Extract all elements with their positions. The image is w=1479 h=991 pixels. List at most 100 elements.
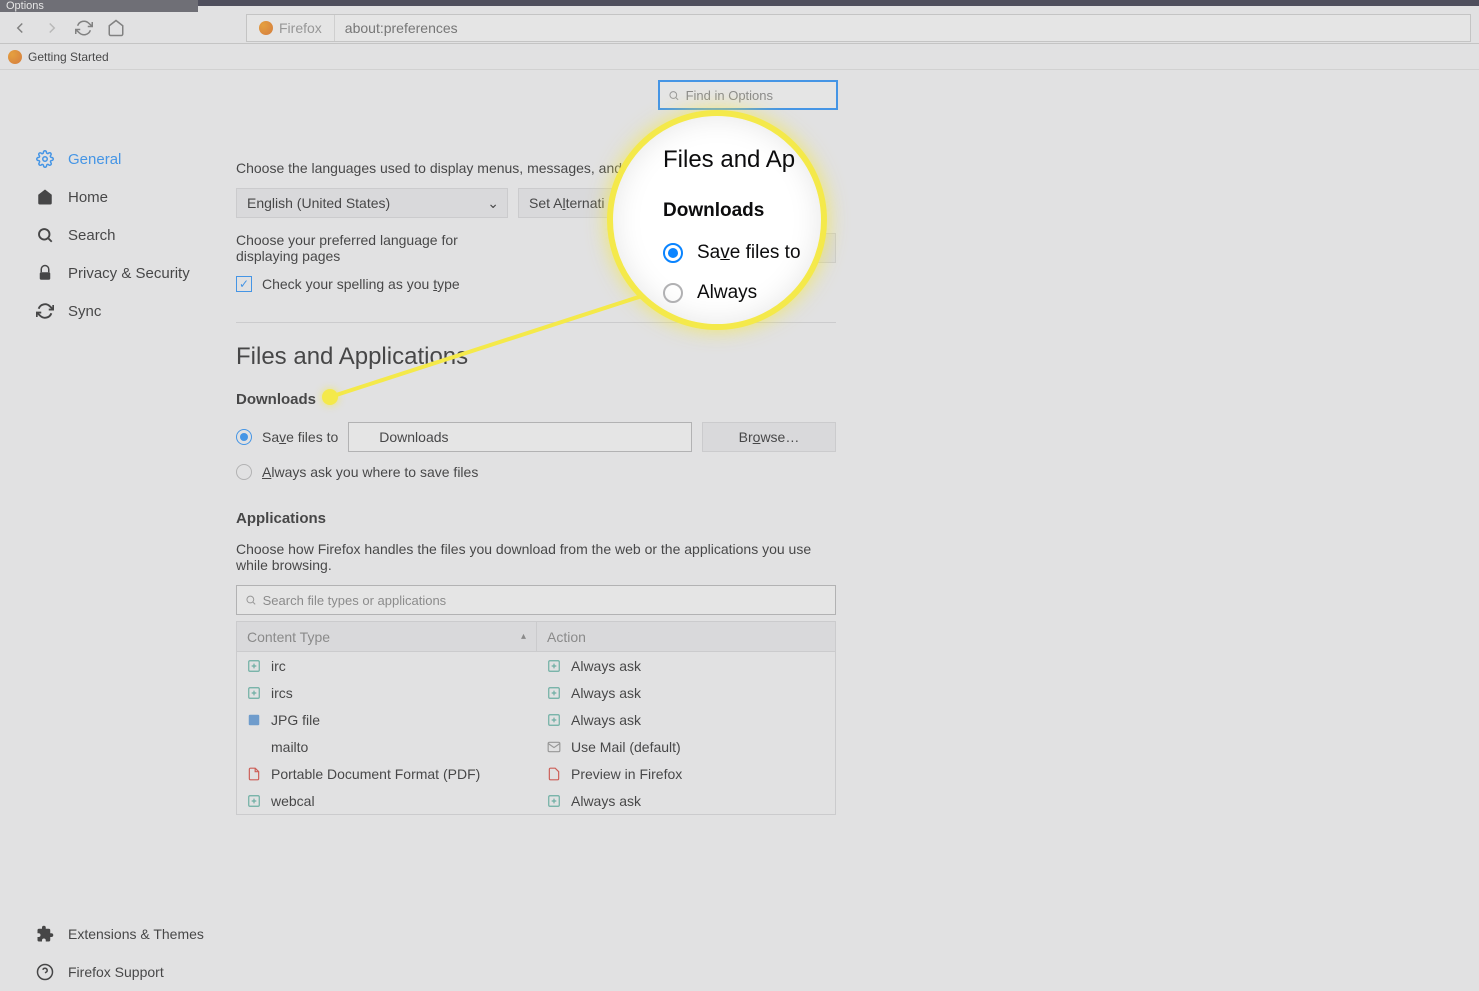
cell-action-label: Use Mail (default) [571,739,681,755]
file-type-icon [247,659,261,673]
callout-heading: Files and Ap [663,146,821,174]
url-identity-label: Firefox [279,20,322,36]
table-row[interactable]: Portable Document Format (PDF) Preview in… [237,760,835,787]
sidebar-item-extensions[interactable]: Extensions & Themes [0,915,236,953]
callout-anchor-dot [322,389,338,405]
radio-checked-icon [663,243,683,263]
puzzle-icon [36,925,54,943]
sidebar-label: Privacy & Security [68,265,190,282]
table-row[interactable]: JPG file Always ask [237,706,835,733]
bookmark-favicon-icon [8,50,22,64]
apps-table-header: Content Type ▴ Action [237,622,835,652]
sidebar-label: Sync [68,303,101,320]
cell-type-label: JPG file [271,712,320,728]
table-row[interactable]: ircs Always ask [237,679,835,706]
action-icon [547,794,561,808]
cell-action-label: Always ask [571,712,641,728]
sidebar-label: Firefox Support [68,964,164,980]
gear-icon [36,150,54,168]
file-type-icon [247,713,261,727]
chevron-down-icon: ⌄ [487,195,499,212]
main-panel: Choose the languages used to display men… [236,70,1479,991]
apps-search[interactable] [236,585,836,615]
download-path-text: Downloads [379,429,448,445]
files-apps-heading: Files and Applications [236,343,836,371]
language-select[interactable]: English (United States) ⌄ [236,188,508,218]
apps-desc: Choose how Firefox handles the files you… [236,541,836,573]
radio-unchecked-icon[interactable] [236,464,252,480]
always-ask-label: Always ask you where to save files [262,464,478,480]
sidebar-item-home[interactable]: Home [0,178,236,216]
browse-button[interactable]: Browse… [702,422,836,452]
lock-icon [36,264,54,282]
sidebar-item-privacy[interactable]: Privacy & Security [0,254,236,292]
action-icon [547,767,561,781]
radio-unchecked-icon [663,283,683,303]
cell-action-label: Always ask [571,685,641,701]
apps-heading: Applications [236,510,836,527]
action-icon [547,659,561,673]
sidebar-label: Search [68,227,116,244]
sidebar-item-support[interactable]: Firefox Support [0,953,236,991]
set-alt-label: Set Alternati [529,195,605,211]
home-button[interactable] [104,16,128,40]
sidebar-item-sync[interactable]: Sync [0,292,236,330]
action-icon [547,740,561,754]
sidebar-item-search[interactable]: Search [0,216,236,254]
check-spelling-label: Check your spelling as you type [262,276,460,292]
search-icon [245,594,257,606]
cell-type-label: Portable Document Format (PDF) [271,766,480,782]
always-ask-row[interactable]: Always ask you where to save files [236,464,836,480]
callout-save-row: Save files to [663,242,821,264]
table-row[interactable]: webcalAlways ask [237,787,835,814]
save-files-to-row[interactable]: Save files to Downloads Browse… [236,422,836,452]
bookmark-getting-started[interactable]: Getting Started [8,50,109,64]
action-icon [547,686,561,700]
save-files-label: Save files to [262,429,338,445]
browse-label: Browse… [739,429,800,445]
cell-action-label: Preview in Firefox [571,766,682,782]
table-row[interactable]: mailtoUse Mail (default) [237,733,835,760]
firefox-favicon-icon [259,21,273,35]
language-selected: English (United States) [247,195,390,211]
callout-downloads: Downloads [663,200,821,222]
file-type-icon [247,740,261,754]
help-icon [36,963,54,981]
url-identity: Firefox [247,15,335,41]
file-type-icon [247,767,261,781]
find-input[interactable] [686,88,828,103]
checkbox-checked-icon[interactable]: ✓ [236,276,252,292]
cell-type-label: irc [271,658,286,674]
col-action[interactable]: Action [537,622,835,651]
radio-checked-icon[interactable] [236,429,252,445]
apps-search-input[interactable] [263,593,827,608]
cell-type-label: webcal [271,793,315,809]
action-icon [547,713,561,727]
reload-button[interactable] [72,16,96,40]
url-bar[interactable]: Firefox about:preferences [246,14,1471,42]
browser-toolbar: Firefox about:preferences [0,12,1479,44]
find-in-options[interactable] [658,80,838,110]
forward-button[interactable] [40,16,64,40]
callout-always-label: Always [697,282,757,304]
table-row[interactable]: irc Always ask [237,652,835,679]
apps-table: Content Type ▴ Action irc Always ask ircs A… [236,621,836,815]
cell-type-label: ircs [271,685,293,701]
bookmark-bar: Getting Started [0,44,1479,70]
tab-options[interactable]: Options [0,0,198,12]
back-button[interactable] [8,16,32,40]
col-content-type[interactable]: Content Type ▴ [237,622,537,651]
download-path-field[interactable]: Downloads [348,422,692,452]
callout-save-label: Save files to [697,242,801,264]
sidebar-label: General [68,151,121,168]
sidebar-item-general[interactable]: General [0,140,236,178]
file-type-icon [247,686,261,700]
home-icon [36,188,54,206]
sidebar-label: Extensions & Themes [68,926,204,942]
bookmark-label: Getting Started [28,50,109,64]
sidebar-label: Home [68,189,108,206]
sidebar: General Home Search Privacy & Security S… [0,70,236,991]
cell-action-label: Always ask [571,658,641,674]
url-text: about:preferences [335,20,468,36]
sort-asc-icon: ▴ [521,631,526,642]
